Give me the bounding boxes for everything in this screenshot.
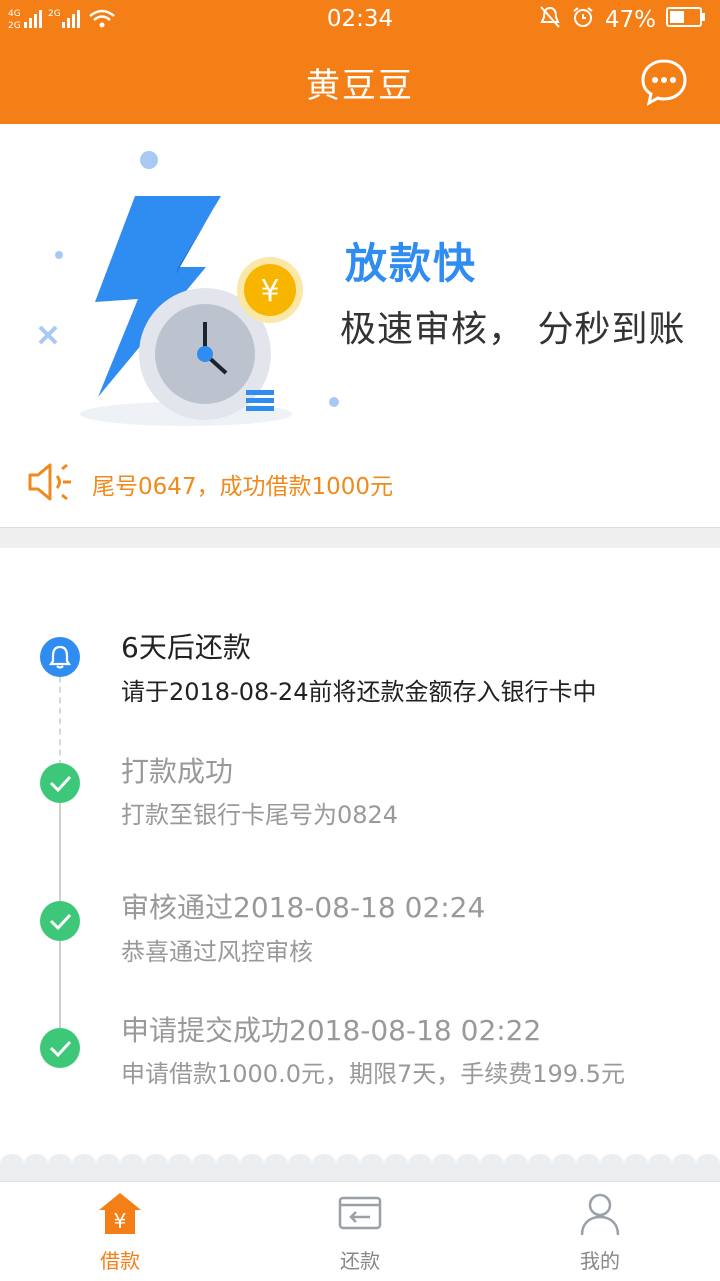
speaker-icon <box>26 461 74 507</box>
timeline-title: 审核通过2018-08-18 02:24 <box>121 891 486 924</box>
repay-card-icon <box>338 1196 382 1230</box>
timeline-desc: 打款至银行卡尾号为0824 <box>121 801 399 829</box>
loan-progress-timeline: 6天后还款 请于2018-08-24前将还款金额存入银行卡中 打款成功 打款至银… <box>0 548 720 1158</box>
timeline-title: 打款成功 <box>121 755 234 788</box>
announcement-bar: 尾号0647，成功借款1000元 <box>26 461 393 507</box>
promo-banner: ¥ 放款快 极速审核， 分秒到账 尾号0647，成功借款1000元 <box>0 124 720 528</box>
banner-subtitle: 极速审核， 分秒到账 <box>340 309 686 350</box>
check-icon <box>40 1028 80 1068</box>
battery-icon <box>666 6 706 34</box>
app-header: 黄豆豆 <box>0 38 720 124</box>
tab-label: 借款 <box>100 1249 140 1273</box>
timeline-connector-dashed <box>59 666 61 766</box>
page-title: 黄豆豆 <box>306 66 414 106</box>
timeline-desc: 恭喜通过风控审核 <box>121 938 313 966</box>
timeline-title: 申请提交成功2018-08-18 02:22 <box>121 1014 542 1047</box>
status-bar: 4G 2G 2G 02:34 47% <box>0 0 720 38</box>
tab-mine[interactable]: 我的 <box>480 1182 720 1281</box>
mute-icon <box>539 5 561 35</box>
check-icon <box>40 763 80 803</box>
check-icon <box>40 901 80 941</box>
tab-repay[interactable]: 还款 <box>240 1182 480 1281</box>
chat-bubble-icon[interactable] <box>640 58 688 106</box>
coin-icon: ¥ <box>260 274 279 309</box>
tab-borrow[interactable]: ¥ 借款 <box>0 1182 240 1281</box>
alarm-icon <box>571 5 595 35</box>
bell-icon <box>40 637 80 677</box>
bottom-tab-bar: ¥ 借款 还款 我的 <box>0 1181 720 1281</box>
banner-headline: 放款快 <box>345 239 478 288</box>
tab-label: 还款 <box>340 1249 380 1273</box>
user-icon <box>580 1193 620 1236</box>
svg-text:¥: ¥ <box>114 1209 127 1233</box>
home-yuan-icon: ¥ <box>99 1193 141 1234</box>
lightning-clock-illustration: ¥ <box>38 151 339 426</box>
timeline-title: 6天后还款 <box>121 631 251 664</box>
tab-label: 我的 <box>580 1249 620 1273</box>
announcement-text: 尾号0647，成功借款1000元 <box>92 474 394 500</box>
section-gap <box>0 528 720 548</box>
scalloped-edge <box>0 1154 720 1182</box>
battery-percent: 47% <box>604 7 656 33</box>
timeline-desc: 请于2018-08-24前将还款金额存入银行卡中 <box>121 678 597 706</box>
timeline-desc: 申请借款1000.0元，期限7天，手续费199.5元 <box>121 1060 625 1088</box>
